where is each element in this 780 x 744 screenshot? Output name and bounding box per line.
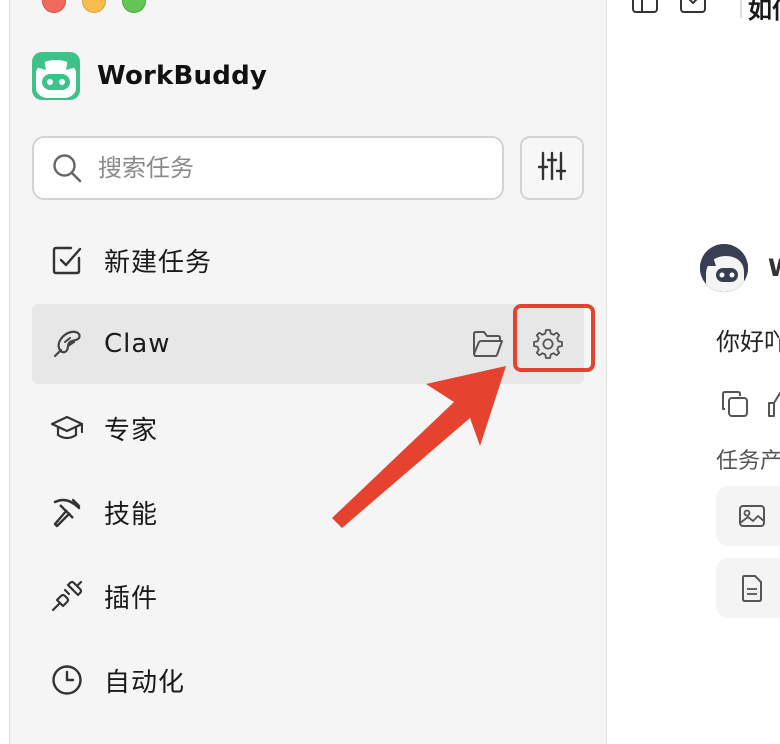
toolbar-divider (740, 0, 742, 18)
filter-button[interactable] (520, 136, 584, 200)
thumbs-up-icon[interactable] (766, 389, 780, 419)
main-panel: 如何 W 你好吖 任务产 (608, 0, 780, 744)
app-name: WorkBuddy (97, 61, 268, 91)
graduation-cap-icon (50, 411, 84, 445)
avatar (700, 244, 748, 292)
message-text: 你好吖 (716, 328, 780, 356)
task-output-label: 任务产 (716, 449, 780, 474)
message-sender: W (768, 254, 780, 282)
clock-icon (50, 663, 84, 697)
brand: WorkBuddy (32, 52, 267, 100)
sliders-icon (536, 150, 568, 186)
sidebar-item-plugins[interactable]: 插件 (32, 556, 584, 636)
copy-icon[interactable] (720, 389, 750, 419)
sidebar-item-label: 新建任务 (104, 247, 213, 278)
search-icon (52, 153, 82, 183)
conversation-title: 如何 (748, 0, 780, 24)
folder-open-icon[interactable] (468, 324, 508, 364)
workbuddy-logo-icon (32, 52, 80, 100)
minimize-window-button[interactable] (82, 0, 106, 13)
sidebar-item-label: 自动化 (104, 667, 186, 698)
app-window: WorkBuddy 搜索任务 新建任务 Claw 专家 技能 插件 自动化 如 … (0, 0, 780, 744)
plug-icon (50, 579, 84, 613)
claw-icon (50, 327, 84, 361)
output-file-card[interactable] (716, 486, 780, 546)
maximize-window-button[interactable] (122, 0, 146, 13)
sidebar-toggle-icon[interactable] (632, 0, 658, 14)
annotation-arrow-icon (332, 366, 506, 528)
new-task-icon (50, 243, 84, 277)
search-input[interactable] (98, 154, 478, 182)
sidebar-item-label: 插件 (104, 583, 159, 614)
sidebar-item-label: 技能 (104, 499, 159, 530)
sidebar-item-label: Claw (104, 329, 171, 359)
pickaxe-icon (50, 495, 84, 529)
close-window-button[interactable] (42, 0, 66, 13)
image-file-icon (738, 502, 766, 530)
sidebar-item-new-task[interactable]: 新建任务 (32, 220, 584, 300)
document-file-icon (738, 574, 766, 602)
sidebar-item-label: 专家 (104, 415, 159, 446)
output-file-card[interactable] (716, 558, 780, 618)
sidebar-item-automation[interactable]: 自动化 (32, 640, 584, 720)
dropdown-toggle-icon[interactable] (680, 0, 706, 14)
search-box[interactable] (32, 136, 504, 200)
